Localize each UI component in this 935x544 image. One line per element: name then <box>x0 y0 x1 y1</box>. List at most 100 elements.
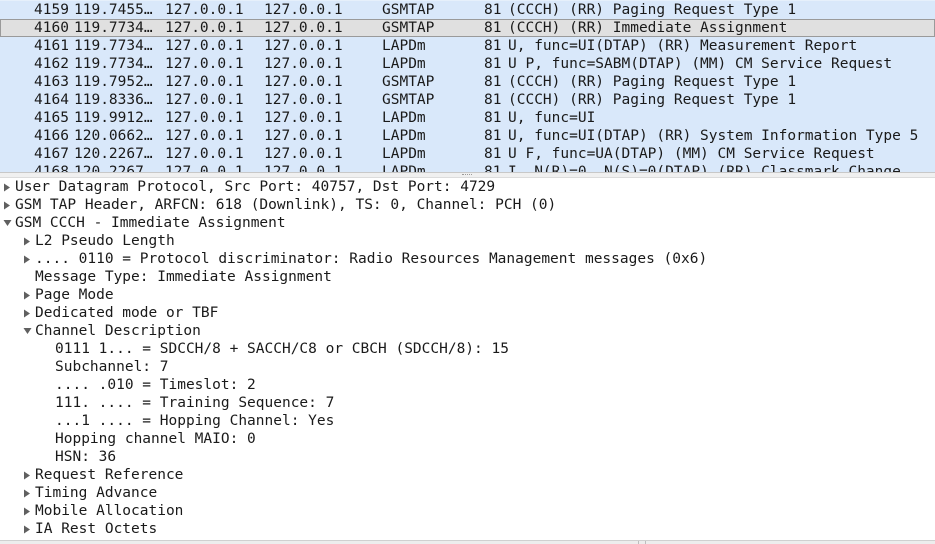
detail-tree-item[interactable]: GSM TAP Header, ARFCN: 618 (Downlink), T… <box>0 196 935 214</box>
collapsed-arrow-icon[interactable] <box>3 196 13 214</box>
packet-destination: 127.0.0.1 <box>264 110 343 126</box>
expanded-arrow-icon[interactable] <box>23 322 33 340</box>
collapsed-arrow-icon[interactable] <box>23 250 33 268</box>
packet-row[interactable]: 4162 119.7734… 127.0.0.1 127.0.0.1 LAPDm 81 U … <box>0 55 935 73</box>
detail-tree-item[interactable]: Request Reference <box>0 466 935 484</box>
collapsed-arrow-icon[interactable] <box>23 286 33 304</box>
packet-length: 81 <box>484 2 502 18</box>
detail-tree-label: Page Mode <box>35 287 114 303</box>
packet-length: 81 <box>484 56 502 72</box>
packet-source: 127.0.0.1 <box>165 146 244 162</box>
packet-info: (CCCH) (RR) Paging Request Type 1 <box>508 2 797 18</box>
packet-length: 81 <box>484 128 502 144</box>
packet-time: 120.0662… <box>74 128 153 144</box>
packet-protocol: LAPDm <box>382 164 426 172</box>
packet-row[interactable]: 4163 119.7952… 127.0.0.1 127.0.0.1 GSMTAP 81 (… <box>0 73 935 91</box>
detail-tree-item: .... .010 = Timeslot: 2 <box>0 376 935 394</box>
packet-time: 120.2267… <box>74 164 153 172</box>
packet-destination: 127.0.0.1 <box>264 74 343 90</box>
detail-tree-label: .... .010 = Timeslot: 2 <box>55 377 256 393</box>
packet-protocol: LAPDm <box>382 56 426 72</box>
packet-row[interactable]: 4166 120.0662… 127.0.0.1 127.0.0.1 LAPDm 81 U,… <box>0 127 935 145</box>
packet-row-selected[interactable]: 4160 119.7734… 127.0.0.1 127.0.0.1 GSMTAP 81 (… <box>0 19 935 37</box>
packet-destination: 127.0.0.1 <box>264 38 343 54</box>
packet-protocol: GSMTAP <box>382 20 435 36</box>
collapsed-arrow-icon[interactable] <box>23 502 33 520</box>
bottom-pane-splitter[interactable] <box>0 540 935 544</box>
detail-tree-item[interactable]: GSM CCCH - Immediate Assignment <box>0 214 935 232</box>
collapsed-arrow-icon[interactable] <box>23 304 33 322</box>
packet-row[interactable]: 4167 120.2267… 127.0.0.1 127.0.0.1 LAPDm 81 U … <box>0 145 935 163</box>
detail-tree-item[interactable]: Mobile Allocation <box>0 502 935 520</box>
detail-tree-label: GSM TAP Header, ARFCN: 618 (Downlink), T… <box>15 197 557 213</box>
packet-protocol: GSMTAP <box>382 2 435 18</box>
detail-tree-label: GSM CCCH - Immediate Assignment <box>15 215 286 231</box>
packet-row[interactable]: 4159 119.7455… 127.0.0.1 127.0.0.1 GSMTAP 81 (… <box>0 1 935 19</box>
detail-tree-label: Message Type: Immediate Assignment <box>35 269 332 285</box>
packet-info: (CCCH) (RR) Paging Request Type 1 <box>508 92 797 108</box>
packet-protocol: GSMTAP <box>382 92 435 108</box>
detail-tree-label: Dedicated mode or TBF <box>35 305 219 321</box>
packet-info: U, func=UI <box>508 110 596 126</box>
detail-tree-label: .... 0110 = Protocol discriminator: Radi… <box>35 251 708 267</box>
packet-length: 81 <box>484 110 502 126</box>
packet-number: 4167 <box>34 146 69 162</box>
packet-source: 127.0.0.1 <box>165 128 244 144</box>
detail-tree-item[interactable]: Channel Description <box>0 322 935 340</box>
packet-source: 127.0.0.1 <box>165 38 244 54</box>
packet-details-tree[interactable]: User Datagram Protocol, Src Port: 40757,… <box>0 178 935 540</box>
detail-tree-item: Hopping channel MAIO: 0 <box>0 430 935 448</box>
packet-number: 4161 <box>34 38 69 54</box>
collapsed-arrow-icon[interactable] <box>23 232 33 250</box>
packet-protocol: LAPDm <box>382 38 426 54</box>
packet-time: 119.7734… <box>74 20 153 36</box>
detail-tree-item: ...1 .... = Hopping Channel: Yes <box>0 412 935 430</box>
detail-tree-item[interactable]: IA Rest Octets <box>0 520 935 538</box>
collapsed-arrow-icon[interactable] <box>23 466 33 484</box>
detail-tree-item[interactable]: User Datagram Protocol, Src Port: 40757,… <box>0 178 935 196</box>
detail-tree-label: Timing Advance <box>35 485 158 501</box>
splitter-grip-icon <box>462 174 472 177</box>
collapsed-arrow-icon[interactable] <box>3 178 13 196</box>
packet-row[interactable]: 4161 119.7734… 127.0.0.1 127.0.0.1 LAPDm 81 U,… <box>0 37 935 55</box>
packet-length: 81 <box>484 38 502 54</box>
packet-destination: 127.0.0.1 <box>264 2 343 18</box>
packet-source: 127.0.0.1 <box>165 56 244 72</box>
detail-tree-label: Hopping channel MAIO: 0 <box>55 431 256 447</box>
collapsed-arrow-icon[interactable] <box>23 520 33 538</box>
packet-length: 81 <box>484 20 502 36</box>
packet-number: 4164 <box>34 92 69 108</box>
detail-tree-item[interactable]: .... 0110 = Protocol discriminator: Radi… <box>0 250 935 268</box>
detail-tree-label: Request Reference <box>35 467 184 483</box>
packet-time: 119.8336… <box>74 92 153 108</box>
packet-length: 81 <box>484 146 502 162</box>
packet-info: U, func=UI(DTAP) (RR) System Information… <box>508 128 919 144</box>
packet-info: (CCCH) (RR) Paging Request Type 1 <box>508 74 797 90</box>
packet-number: 4162 <box>34 56 69 72</box>
expanded-arrow-icon[interactable] <box>3 214 13 232</box>
detail-tree-label: Mobile Allocation <box>35 503 184 519</box>
detail-tree-item: 0111 1... = SDCCH/8 + SACCH/C8 or CBCH (… <box>0 340 935 358</box>
packet-time: 119.7734… <box>74 38 153 54</box>
packet-protocol: GSMTAP <box>382 74 435 90</box>
packet-list[interactable]: 4159 119.7455… 127.0.0.1 127.0.0.1 GSMTAP 81 (… <box>0 0 935 172</box>
detail-tree-item[interactable]: Timing Advance <box>0 484 935 502</box>
packet-row[interactable]: 4168 120.2267… 127.0.0.1 127.0.0.1 LAPDm 81 I,… <box>0 163 935 172</box>
packet-protocol: LAPDm <box>382 110 426 126</box>
packet-length: 81 <box>484 164 502 172</box>
detail-tree-item[interactable]: L2 Pseudo Length <box>0 232 935 250</box>
packet-time: 119.7952… <box>74 74 153 90</box>
detail-tree-label: User Datagram Protocol, Src Port: 40757,… <box>15 179 496 195</box>
detail-tree-item[interactable]: Dedicated mode or TBF <box>0 304 935 322</box>
detail-tree-item: Subchannel: 7 <box>0 358 935 376</box>
collapsed-arrow-icon[interactable] <box>23 484 33 502</box>
detail-tree-item: Message Type: Immediate Assignment <box>0 268 935 286</box>
packet-row[interactable]: 4164 119.8336… 127.0.0.1 127.0.0.1 GSMTAP 81 (… <box>0 91 935 109</box>
detail-tree-item[interactable]: Page Mode <box>0 286 935 304</box>
packet-number: 4166 <box>34 128 69 144</box>
packet-time: 120.2267… <box>74 146 153 162</box>
packet-time: 119.7734… <box>74 56 153 72</box>
packet-row[interactable]: 4165 119.9912… 127.0.0.1 127.0.0.1 LAPDm 81 U,… <box>0 109 935 127</box>
packet-info: U P, func=SABM(DTAP) (MM) CM Service Req… <box>508 56 893 72</box>
detail-tree-label: L2 Pseudo Length <box>35 233 175 249</box>
